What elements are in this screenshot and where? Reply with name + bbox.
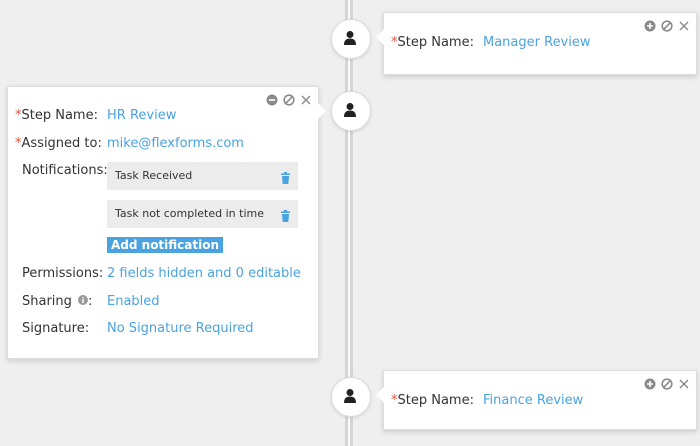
user-icon: [344, 103, 356, 117]
card-pointer: [318, 103, 326, 119]
close-icon[interactable]: [678, 17, 690, 31]
signature-label: Signature:: [22, 321, 90, 336]
step-card-hr-review: *Step Name: HR Review *Assigned to: mike…: [7, 86, 326, 359]
trash-icon[interactable]: [280, 169, 291, 188]
step-name-label: *Step Name:: [15, 108, 98, 123]
card-controls: [644, 375, 690, 390]
assigned-to-label: *Assigned to:: [15, 136, 102, 151]
trash-icon[interactable]: [280, 207, 291, 226]
sharing-label: Sharing :: [22, 294, 93, 309]
disable-icon[interactable]: [661, 17, 673, 32]
step-name-value[interactable]: Manager Review: [483, 35, 591, 50]
card-pointer: [376, 29, 384, 45]
step-card-finance-review: *Step Name: Finance Review: [376, 370, 697, 430]
permissions-label: Permissions:: [22, 266, 104, 281]
close-icon[interactable]: [300, 91, 312, 105]
assigned-to-value[interactable]: mike@flexforms.com: [107, 136, 244, 151]
step-name-value[interactable]: HR Review: [107, 108, 176, 123]
step-name-label: *Step Name:: [391, 393, 474, 408]
user-icon: [344, 389, 356, 403]
notification-label: Task Received: [115, 169, 193, 182]
step-node-manager-review[interactable]: [331, 19, 371, 59]
add-notification-button[interactable]: Add notification: [107, 237, 224, 253]
step-node-finance-review[interactable]: [331, 377, 371, 417]
card-pointer: [376, 387, 384, 403]
info-icon[interactable]: [78, 294, 89, 309]
permissions-value[interactable]: 2 fields hidden and 0 editable: [107, 266, 301, 281]
notifications-label: Notifications:: [22, 163, 108, 178]
step-name-label: *Step Name:: [391, 35, 474, 50]
card-controls: [644, 17, 690, 32]
disable-icon[interactable]: [283, 91, 295, 106]
notification-item: Task Received: [107, 162, 298, 190]
user-icon: [344, 31, 356, 45]
step-name-value[interactable]: Finance Review: [483, 393, 583, 408]
add-circle-icon[interactable]: [644, 375, 656, 390]
card-controls: [266, 91, 312, 106]
disable-icon[interactable]: [661, 375, 673, 390]
notification-label: Task not completed in time: [115, 207, 264, 220]
step-node-hr-review[interactable]: [331, 91, 371, 131]
close-icon[interactable]: [678, 375, 690, 389]
sharing-value[interactable]: Enabled: [107, 294, 160, 309]
minus-circle-icon[interactable]: [266, 91, 278, 106]
signature-value[interactable]: No Signature Required: [107, 321, 254, 336]
add-circle-icon[interactable]: [644, 17, 656, 32]
step-card-manager-review: *Step Name: Manager Review: [376, 12, 697, 75]
notification-item: Task not completed in time: [107, 200, 298, 228]
